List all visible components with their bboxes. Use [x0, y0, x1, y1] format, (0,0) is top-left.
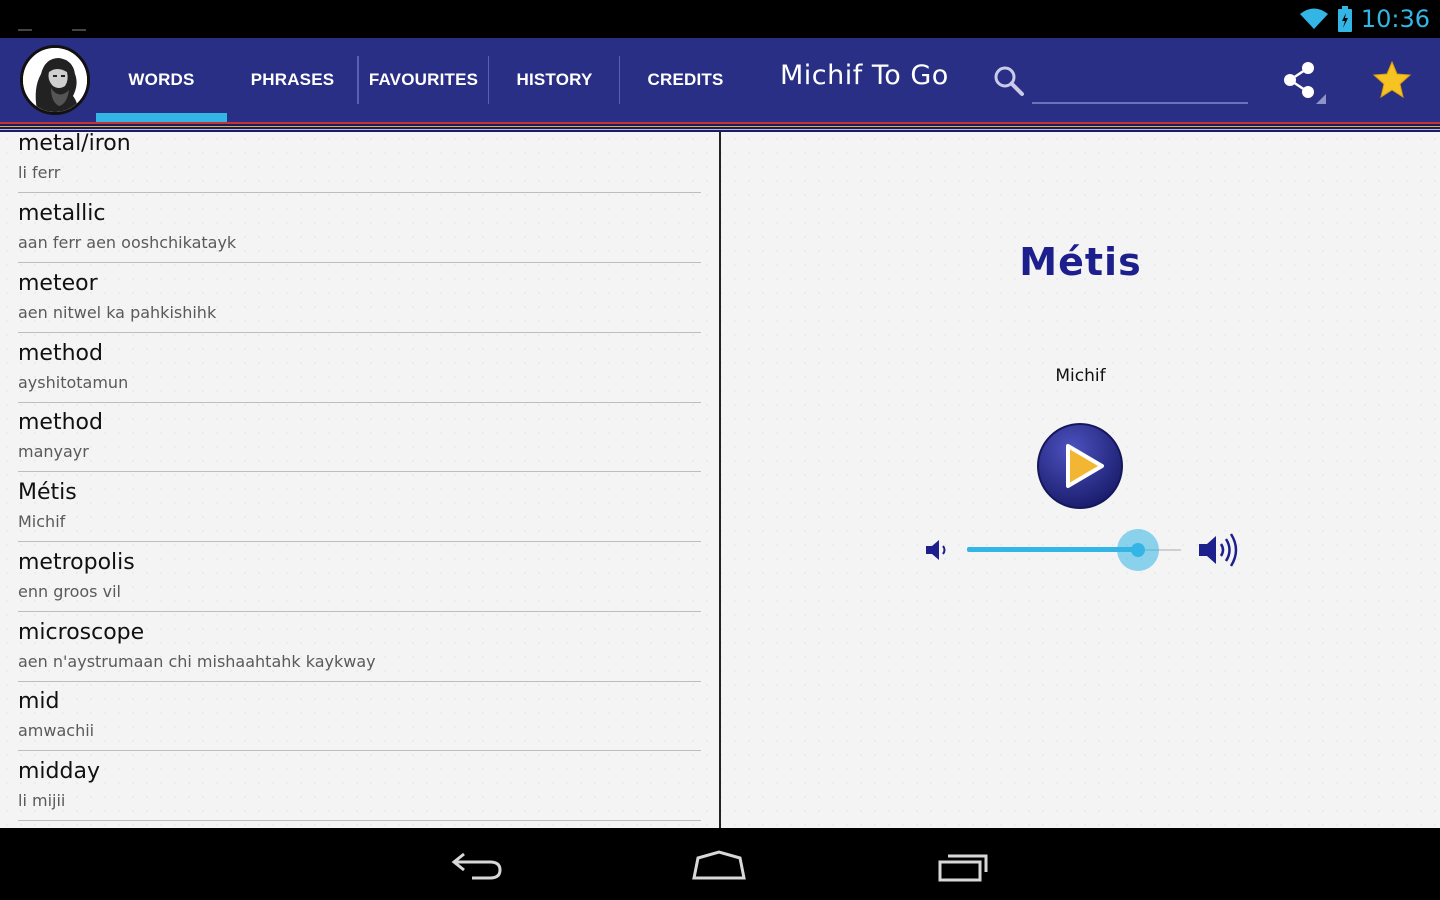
- slider-thumb[interactable]: [1131, 543, 1145, 557]
- word-michif: Michif: [18, 512, 66, 531]
- list-item[interactable]: method manyayr: [0, 402, 719, 472]
- list-item[interactable]: metropolis enn groos vil: [0, 542, 719, 612]
- tab-credits[interactable]: CREDITS: [620, 38, 751, 122]
- list-item[interactable]: microscope aen n'aystrumaan chi mishaaht…: [0, 612, 719, 682]
- word-english: method: [18, 410, 103, 435]
- volume-slider[interactable]: [967, 529, 1181, 571]
- word-english: mid: [18, 689, 60, 714]
- word-michif: aen nitwel ka pahkishihk: [18, 303, 217, 322]
- word-michif: amwachii: [18, 721, 95, 740]
- word-detail-pane: Métis Michif: [721, 132, 1440, 828]
- tab-phrases[interactable]: PHRASES: [227, 38, 358, 122]
- tab-favourites[interactable]: FAVOURITES: [358, 38, 489, 122]
- notification-area: [18, 29, 86, 31]
- detail-translation: Michif: [1055, 366, 1106, 386]
- battery-icon: [1337, 6, 1352, 32]
- recents-icon[interactable]: [936, 848, 992, 882]
- word-michif: ayshitotamun: [18, 373, 129, 392]
- share-icon[interactable]: [1280, 60, 1328, 104]
- tab-bar: WORDS PHRASES FAVOURITES HISTORY CREDITS: [96, 38, 751, 122]
- word-english: metropolis: [18, 550, 135, 575]
- row-divider: [18, 820, 701, 821]
- tab-favourites-label: FAVOURITES: [368, 70, 479, 89]
- wifi-icon: [1299, 8, 1328, 29]
- word-english: midday: [18, 759, 100, 784]
- status-icons: 10:36: [1299, 4, 1430, 34]
- word-list[interactable]: metal/iron li ferr metallic aan ferr aen…: [0, 132, 719, 828]
- selected-tab-indicator: [96, 113, 227, 122]
- word-english: microscope: [18, 620, 145, 645]
- word-michif: li ferr: [18, 163, 61, 182]
- status-bar: 10:36: [0, 0, 1440, 38]
- word-michif: manyayr: [18, 442, 89, 461]
- word-english: metal/iron: [18, 132, 131, 156]
- navigation-bar: [0, 828, 1440, 900]
- list-item[interactable]: Métis Michif: [0, 472, 719, 542]
- word-michif: aan ferr aen ooshchikatayk: [18, 233, 237, 252]
- list-item[interactable]: midday li mijii: [0, 751, 719, 821]
- list-item[interactable]: mid amwachii: [0, 681, 719, 751]
- back-icon[interactable]: [450, 848, 504, 882]
- portrait-image: [23, 48, 87, 112]
- star-icon[interactable]: [1372, 60, 1412, 100]
- tab-phrases-label: PHRASES: [250, 70, 335, 89]
- detail-word: Métis: [1019, 240, 1142, 284]
- tab-history-label: HISTORY: [516, 70, 593, 89]
- list-item[interactable]: metallic aan ferr aen ooshchikatayk: [0, 193, 719, 263]
- portrait-logo[interactable]: [20, 45, 90, 115]
- volume-high-icon[interactable]: [1197, 530, 1239, 570]
- action-bar: WORDS PHRASES FAVOURITES HISTORY CREDITS…: [0, 38, 1440, 122]
- list-item[interactable]: method ayshitotamun: [0, 333, 719, 403]
- app-title: Michif To Go: [780, 60, 949, 91]
- play-button[interactable]: [1036, 422, 1124, 510]
- tab-words[interactable]: WORDS: [96, 38, 227, 122]
- clock: 10:36: [1360, 5, 1430, 33]
- search-input[interactable]: [1032, 60, 1248, 104]
- word-michif: li mijii: [18, 791, 66, 810]
- slider-fill: [967, 547, 1138, 552]
- word-michif: aen n'aystrumaan chi mishaahtahk kaykway: [18, 652, 376, 671]
- tab-credits-label: CREDITS: [647, 70, 724, 89]
- word-english: metallic: [18, 201, 106, 226]
- word-michif: enn groos vil: [18, 582, 121, 601]
- tab-words-label: WORDS: [128, 70, 195, 89]
- word-english: method: [18, 341, 103, 366]
- list-item[interactable]: meteor aen nitwel ka pahkishihk: [0, 263, 719, 333]
- word-english: Métis: [18, 480, 77, 505]
- list-item[interactable]: metal/iron li ferr: [0, 132, 719, 193]
- tab-divider: [358, 56, 359, 104]
- word-english: meteor: [18, 271, 98, 296]
- tab-history[interactable]: HISTORY: [489, 38, 620, 122]
- search-icon[interactable]: [992, 64, 1026, 98]
- home-icon[interactable]: [690, 848, 748, 882]
- content-area: metal/iron li ferr metallic aan ferr aen…: [0, 132, 1440, 828]
- volume-low-icon[interactable]: [923, 536, 951, 564]
- decorative-sash-border: [0, 122, 1440, 132]
